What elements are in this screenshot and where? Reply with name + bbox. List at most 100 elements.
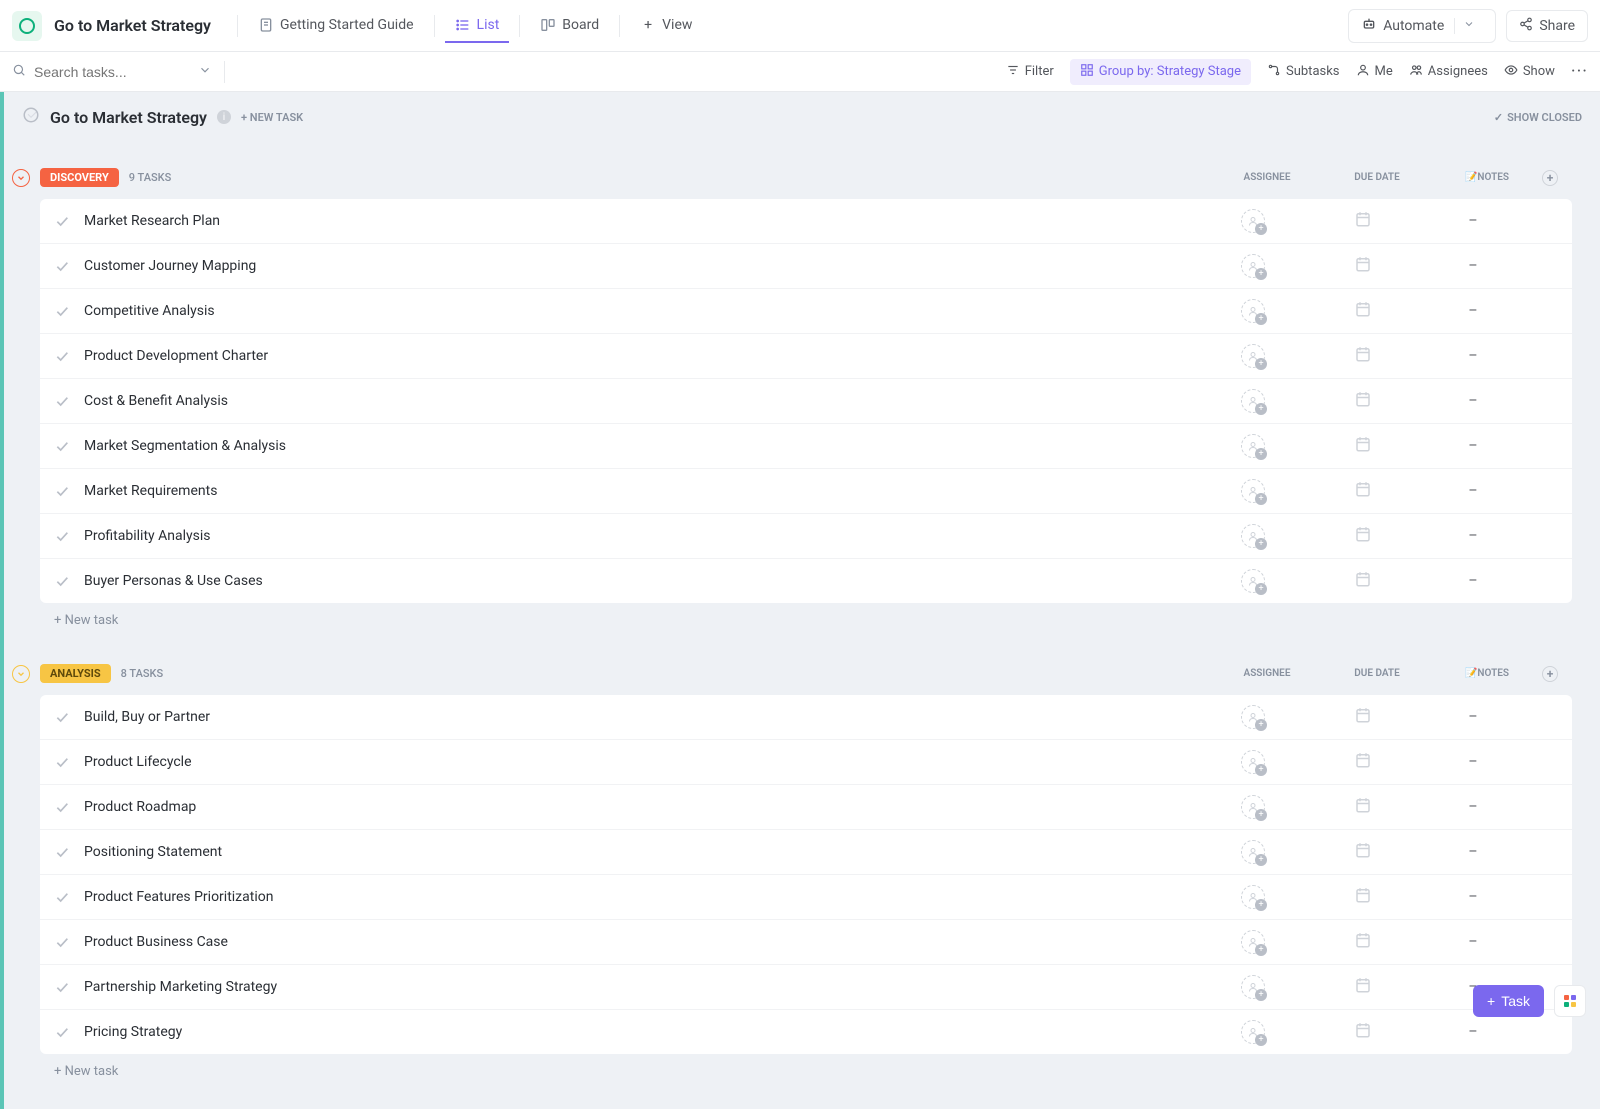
task-row[interactable]: Cost & Benefit Analysis – [40, 379, 1572, 424]
task-row[interactable]: Positioning Statement– [40, 830, 1572, 875]
task-name[interactable]: Market Research Plan [84, 213, 1198, 229]
assignee-cell[interactable] [1198, 795, 1308, 819]
complete-check-icon[interactable] [54, 754, 70, 770]
tab-getting-started[interactable]: Getting Started Guide [248, 9, 424, 43]
task-row[interactable]: Pricing Strategy– [40, 1010, 1572, 1054]
new-task-row[interactable]: + New task [40, 603, 1572, 638]
task-row[interactable]: Market Segmentation & Analysis – [40, 424, 1572, 469]
duedate-cell[interactable] [1308, 210, 1418, 232]
col-assignee[interactable]: ASSIGNEE [1212, 172, 1322, 183]
info-icon[interactable]: i [217, 110, 231, 124]
task-row[interactable]: Product Features Prioritization– [40, 875, 1572, 920]
notes-cell[interactable]: – [1418, 1024, 1528, 1040]
duedate-cell[interactable] [1308, 480, 1418, 502]
assignee-cell[interactable] [1198, 344, 1308, 368]
task-row[interactable]: Buyer Personas & Use Cases– [40, 559, 1572, 603]
notes-cell[interactable]: – [1418, 934, 1528, 950]
duedate-cell[interactable] [1308, 570, 1418, 592]
apps-fab[interactable] [1554, 985, 1586, 1017]
task-name[interactable]: Customer Journey Mapping [84, 258, 1198, 274]
duedate-cell[interactable] [1308, 706, 1418, 728]
status-circle-icon[interactable] [22, 106, 40, 128]
task-name[interactable]: Product Features Prioritization [84, 889, 1198, 905]
complete-check-icon[interactable] [54, 528, 70, 544]
complete-check-icon[interactable] [54, 844, 70, 860]
task-name[interactable]: Market Requirements [84, 483, 1198, 499]
task-row[interactable]: Market Requirements – [40, 469, 1572, 514]
complete-check-icon[interactable] [54, 979, 70, 995]
create-task-fab[interactable]: + Task [1473, 985, 1544, 1017]
assignee-cell[interactable] [1198, 705, 1308, 729]
complete-check-icon[interactable] [54, 348, 70, 364]
assignee-cell[interactable] [1198, 209, 1308, 233]
complete-check-icon[interactable] [54, 213, 70, 229]
notes-cell[interactable]: – [1418, 483, 1528, 499]
notes-cell[interactable]: – [1418, 573, 1528, 589]
automate-button[interactable]: Automate [1348, 9, 1496, 43]
task-row[interactable]: Product Business Case – [40, 920, 1572, 965]
notes-cell[interactable]: – [1418, 258, 1528, 274]
subtasks-button[interactable]: Subtasks [1267, 63, 1340, 81]
tab-board[interactable]: Board [530, 9, 609, 43]
task-name[interactable]: Cost & Benefit Analysis [84, 393, 1198, 409]
task-name[interactable]: Market Segmentation & Analysis [84, 438, 1198, 454]
stage-badge[interactable]: ANALYSIS [40, 664, 111, 683]
collapse-toggle[interactable] [12, 169, 30, 187]
group-by-button[interactable]: Group by: Strategy Stage [1070, 59, 1251, 85]
new-task-row[interactable]: + New task [40, 1054, 1572, 1089]
tab-list[interactable]: List [445, 9, 510, 43]
duedate-cell[interactable] [1308, 255, 1418, 277]
task-name[interactable]: Competitive Analysis [84, 303, 1198, 319]
assignee-cell[interactable] [1198, 254, 1308, 278]
duedate-cell[interactable] [1308, 345, 1418, 367]
complete-check-icon[interactable] [54, 889, 70, 905]
duedate-cell[interactable] [1308, 886, 1418, 908]
notes-cell[interactable]: – [1418, 528, 1528, 544]
task-name[interactable]: Partnership Marketing Strategy [84, 979, 1198, 995]
task-row[interactable]: Customer Journey Mapping – [40, 244, 1572, 289]
notes-cell[interactable]: – [1418, 393, 1528, 409]
chevron-down-icon[interactable] [1454, 18, 1483, 34]
search-box[interactable] [12, 63, 212, 81]
assignee-cell[interactable] [1198, 389, 1308, 413]
complete-check-icon[interactable] [54, 303, 70, 319]
col-notes[interactable]: 📝NOTES [1432, 668, 1542, 679]
more-menu[interactable]: ··· [1571, 61, 1588, 82]
task-row[interactable]: Product Roadmap– [40, 785, 1572, 830]
assignees-button[interactable]: Assignees [1409, 63, 1488, 81]
col-assignee[interactable]: ASSIGNEE [1212, 668, 1322, 679]
duedate-cell[interactable] [1308, 751, 1418, 773]
tab-add-view[interactable]: + View [630, 9, 702, 43]
assignee-cell[interactable] [1198, 750, 1308, 774]
assignee-cell[interactable] [1198, 885, 1308, 909]
duedate-cell[interactable] [1308, 796, 1418, 818]
assignee-cell[interactable] [1198, 569, 1308, 593]
complete-check-icon[interactable] [54, 483, 70, 499]
task-row[interactable]: Market Research Plan– [40, 199, 1572, 244]
assignee-cell[interactable] [1198, 434, 1308, 458]
task-row[interactable]: Build, Buy or Partner– [40, 695, 1572, 740]
collapse-toggle[interactable] [12, 665, 30, 683]
complete-check-icon[interactable] [54, 573, 70, 589]
duedate-cell[interactable] [1308, 976, 1418, 998]
notes-cell[interactable]: – [1418, 438, 1528, 454]
duedate-cell[interactable] [1308, 931, 1418, 953]
notes-cell[interactable]: – [1418, 303, 1528, 319]
duedate-cell[interactable] [1308, 435, 1418, 457]
list-title[interactable]: Go to Market Strategy [50, 108, 207, 127]
complete-check-icon[interactable] [54, 1024, 70, 1040]
add-column-button[interactable]: + [1542, 666, 1572, 682]
task-name[interactable]: Product Business Case [84, 934, 1198, 950]
complete-check-icon[interactable] [54, 393, 70, 409]
task-row[interactable]: Product Lifecycle– [40, 740, 1572, 785]
task-row[interactable]: Competitive Analysis – [40, 289, 1572, 334]
task-name[interactable]: Product Roadmap [84, 799, 1198, 815]
col-notes[interactable]: 📝NOTES [1432, 172, 1542, 183]
task-name[interactable]: Build, Buy or Partner [84, 709, 1198, 725]
assignee-cell[interactable] [1198, 840, 1308, 864]
assignee-cell[interactable] [1198, 930, 1308, 954]
filter-button[interactable]: Filter [1006, 63, 1054, 81]
task-name[interactable]: Profitability Analysis [84, 528, 1198, 544]
duedate-cell[interactable] [1308, 1021, 1418, 1043]
duedate-cell[interactable] [1308, 525, 1418, 547]
